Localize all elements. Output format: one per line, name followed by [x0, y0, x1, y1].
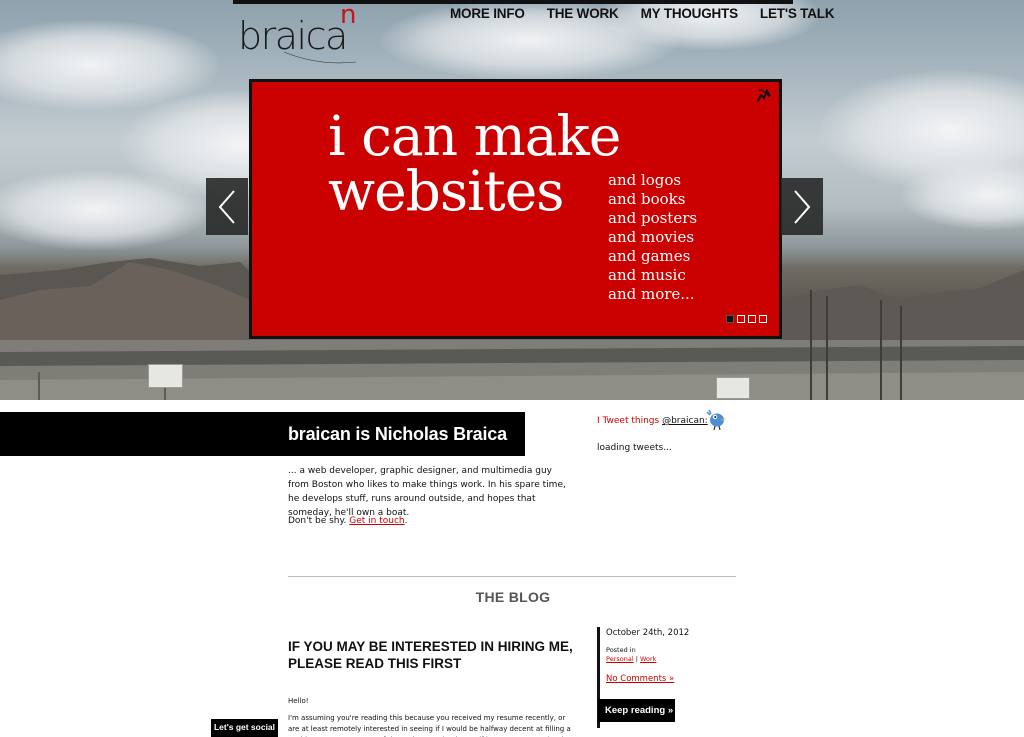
get-in-touch-link[interactable]: Get in touch [349, 516, 404, 526]
slider-pagination [726, 315, 767, 323]
category-link-work[interactable]: Work [640, 655, 656, 663]
slider-dot-2[interactable] [737, 315, 745, 323]
social-tab-button[interactable]: Let's get social [211, 719, 278, 737]
logo-superscript: n [340, 0, 357, 30]
slide-headline-line1: i can make [328, 104, 621, 168]
page: braica n MORE INFO THE WORK MY THOUGHTS … [0, 0, 1024, 737]
slider-next-button[interactable] [781, 178, 823, 235]
list-item: and movies [608, 228, 695, 246]
logo-text: braica [238, 14, 348, 58]
post-categories: Personal | Work [606, 654, 656, 664]
main-nav: MORE INFO THE WORK MY THOUGHTS LET'S TAL… [450, 5, 835, 23]
list-item: and logos [608, 171, 682, 189]
header-top-bar [233, 0, 793, 4]
cta-suffix: . [404, 516, 408, 526]
nav-more-info[interactable]: MORE INFO [450, 5, 525, 23]
slider-dot-4[interactable] [759, 315, 767, 323]
nav-the-work[interactable]: THE WORK [547, 5, 619, 23]
section-divider [288, 576, 736, 577]
twitter-label-text: I Tweet things [597, 416, 663, 426]
list-item: and games [608, 247, 691, 265]
chevron-left-icon [218, 189, 235, 224]
post-excerpt: I'm assuming you're reading this because… [288, 714, 571, 737]
about-paragraph: ... a web developer, graphic designer, a… [288, 466, 566, 518]
category-link-personal[interactable]: Personal [606, 655, 634, 663]
slide-headline-line2: websites [328, 159, 565, 223]
blog-section-title: THE BLOG [475, 589, 551, 605]
slider-dot-3[interactable] [748, 315, 756, 323]
blog-post-title[interactable]: IF YOU MAY BE INTERESTED IN HIRING ME, P… [288, 638, 578, 672]
about-cta: Don't be shy. Get in touch. [288, 514, 568, 528]
twitter-bird-icon[interactable] [706, 409, 728, 431]
nav-lets-talk[interactable]: LET'S TALK [760, 5, 835, 23]
tweets-loading-text: loading tweets... [597, 443, 672, 453]
twitter-label: I Tweet things @braican: [597, 414, 708, 428]
about-heading-bar: braican is Nicholas Braica [0, 412, 525, 456]
comments-link[interactable]: No Comments » [606, 673, 674, 685]
list-item: and more... [608, 285, 695, 303]
list-item: and posters [608, 209, 698, 227]
hero-slide: i can make websites and logos and books … [249, 79, 782, 339]
nav-my-thoughts[interactable]: MY THOUGHTS [641, 5, 739, 23]
twitter-handle-link[interactable]: @braican: [662, 416, 708, 426]
list-item: and books [608, 190, 686, 208]
list-item: and music [608, 266, 686, 284]
slider-dot-1[interactable] [726, 315, 734, 323]
keep-reading-button[interactable]: Keep reading » [598, 699, 675, 722]
chevron-right-icon [794, 189, 811, 224]
about-heading: braican is Nicholas Braica [288, 424, 507, 444]
slider-prev-button[interactable] [206, 178, 248, 235]
post-date: October 24th, 2012 [606, 628, 690, 638]
cta-prefix: Don't be shy. [288, 516, 350, 526]
slide-skill-list: and logos and books and posters and movi… [608, 171, 697, 304]
post-greeting: Hello! [288, 697, 309, 705]
feed-icon[interactable] [756, 87, 772, 103]
